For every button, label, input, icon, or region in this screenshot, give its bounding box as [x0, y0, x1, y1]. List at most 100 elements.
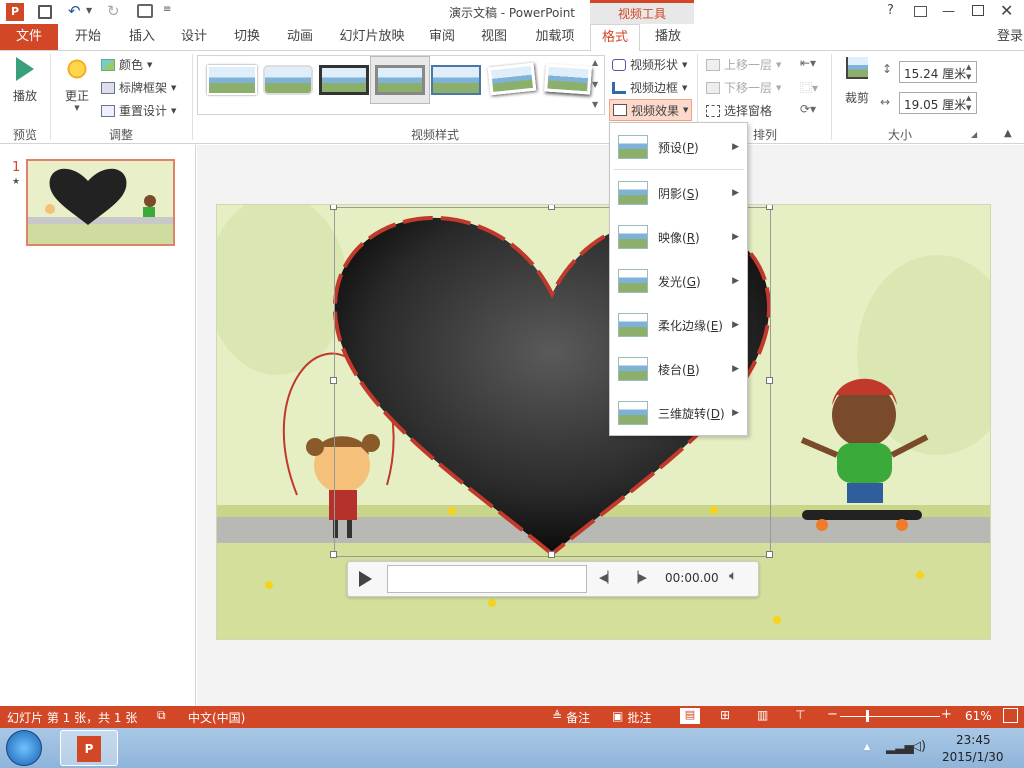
reading-view-icon[interactable]: ▥	[757, 708, 768, 722]
group-objects-icon[interactable]: ⿴▾	[800, 79, 818, 96]
zoom-slider[interactable]	[840, 716, 940, 717]
corrections-button[interactable]: 更正 ▼	[58, 57, 96, 115]
play-button[interactable]: 播放	[8, 57, 42, 107]
slide-thumbnail[interactable]	[26, 159, 175, 246]
soft-edges-label: 柔化边缘(E)	[658, 318, 723, 333]
media-forward-icon[interactable]: ▕▶	[630, 571, 647, 584]
tab-review[interactable]: 审阅	[420, 24, 464, 50]
size-dialog-launcher-icon[interactable]: ◢	[971, 130, 977, 139]
video-shape-button[interactable]: 视频形状 ▼	[612, 56, 687, 73]
tab-animations[interactable]: 动画	[278, 24, 322, 50]
fit-slide-icon[interactable]	[1003, 708, 1018, 723]
tab-file[interactable]: 文件	[0, 24, 58, 50]
close-icon[interactable]: ✕	[1000, 1, 1013, 20]
tray-show-hidden-icon[interactable]: ▲	[864, 742, 870, 751]
resize-handle[interactable]	[330, 205, 337, 210]
crop-button[interactable]: 裁剪	[840, 57, 874, 107]
restore-icon[interactable]	[972, 5, 984, 16]
media-back-icon[interactable]: ◀▏	[599, 571, 616, 584]
help-icon[interactable]: ?	[887, 3, 894, 18]
slideshow-view-icon[interactable]: ⊤	[795, 708, 805, 722]
powerpoint-taskbar-button[interactable]: P	[60, 730, 118, 766]
resize-handle[interactable]	[766, 551, 773, 558]
zoom-level[interactable]: 61%	[965, 709, 992, 723]
video-style-thumbnail[interactable]	[258, 56, 318, 104]
group-size-label: 大小	[887, 128, 912, 142]
tab-playback[interactable]: 播放	[645, 24, 691, 50]
video-style-thumbnail[interactable]	[482, 56, 542, 104]
media-time: 00:00.00	[665, 571, 719, 585]
video-style-thumbnail[interactable]	[202, 56, 262, 104]
video-style-thumbnail[interactable]	[426, 56, 486, 104]
send-backward-button[interactable]: 下移一层 ▼	[706, 79, 781, 96]
resize-handle[interactable]	[330, 551, 337, 558]
selection-pane-label: 选择窗格	[724, 104, 773, 118]
volume-icon[interactable]: ◁)	[911, 739, 926, 754]
video-style-thumbnail[interactable]	[314, 56, 374, 104]
slide-sorter-view-icon[interactable]: ⊞	[720, 708, 730, 722]
video-style-thumbnail[interactable]	[538, 56, 598, 104]
tab-addins[interactable]: 加载项	[528, 24, 582, 50]
play-icon	[16, 57, 34, 81]
tab-insert[interactable]: 插入	[120, 24, 164, 50]
ribbon-display-icon[interactable]	[914, 6, 927, 17]
media-progress-bar[interactable]	[387, 565, 587, 593]
video-border-button[interactable]: 视频边框 ▼	[612, 79, 687, 96]
tab-format[interactable]: 格式	[590, 24, 640, 51]
effect-soft-edges-item[interactable]: 柔化边缘(E) ▶	[610, 307, 747, 343]
reset-design-button[interactable]: 重置设计 ▼	[101, 102, 176, 119]
effect-preset-item[interactable]: 预设(P) ▶	[610, 129, 747, 165]
notes-button[interactable]: ≜ 备注	[552, 709, 590, 726]
minimize-icon[interactable]: —	[942, 4, 955, 19]
gallery-more-icon[interactable]: ▼	[592, 100, 598, 109]
video-effects-button[interactable]: 视频效果 ▼	[609, 99, 693, 121]
soft-edges-icon	[618, 313, 648, 337]
tab-home[interactable]: 开始	[66, 24, 110, 50]
resize-handle[interactable]	[330, 377, 337, 384]
submenu-arrow-icon: ▶	[732, 364, 739, 374]
resize-handle[interactable]	[548, 205, 555, 210]
align-icon[interactable]: ⇤▾	[800, 56, 816, 70]
submenu-arrow-icon: ▶	[732, 276, 739, 286]
tab-slideshow[interactable]: 幻灯片放映	[335, 24, 409, 50]
effect-shadow-item[interactable]: 阴影(S) ▶	[610, 175, 747, 211]
resize-handle[interactable]	[766, 205, 773, 210]
tab-view[interactable]: 视图	[472, 24, 516, 50]
resize-handle[interactable]	[766, 377, 773, 384]
effect-reflection-item[interactable]: 映像(R) ▶	[610, 219, 747, 255]
start-button-icon[interactable]	[6, 730, 42, 766]
tab-transitions[interactable]: 切换	[225, 24, 269, 50]
height-spinner[interactable]: ▲ ▼	[966, 62, 971, 82]
slide-canvas[interactable]: ⟳ ◀▏ ▕▶ 00:00.00 🔈︎	[216, 204, 991, 640]
spellcheck-icon[interactable]: ⧉	[157, 708, 166, 723]
resize-handle[interactable]	[548, 551, 555, 558]
normal-view-icon[interactable]: ▤	[680, 708, 700, 724]
zoom-in-icon[interactable]: +	[941, 707, 952, 722]
network-icon[interactable]: ▂▃▅	[886, 740, 914, 754]
zoom-slider-thumb[interactable]	[866, 710, 869, 722]
clock-date[interactable]: 2015/1/30	[942, 750, 1004, 764]
tab-design[interactable]: 设计	[172, 24, 216, 50]
width-spinner[interactable]: ▲ ▼	[966, 93, 971, 113]
gallery-scroll-down-icon[interactable]: ▼	[592, 80, 598, 89]
effect-bevel-item[interactable]: 棱台(B) ▶	[610, 351, 747, 387]
poster-frame-button[interactable]: 标牌框架 ▼	[101, 79, 176, 96]
language-status[interactable]: 中文(中国)	[188, 709, 245, 726]
slide-thumbnail-preview	[28, 161, 173, 244]
collapse-ribbon-icon[interactable]: ▲	[1004, 128, 1012, 139]
video-style-thumbnail[interactable]	[370, 56, 430, 104]
zoom-out-icon[interactable]: −	[827, 707, 838, 722]
glow-label-key: G	[686, 274, 697, 289]
rotate-icon[interactable]: ⟳▾	[800, 102, 816, 116]
bring-forward-button[interactable]: 上移一层 ▼	[706, 56, 781, 73]
media-volume-icon[interactable]: 🔈︎	[729, 568, 737, 584]
login-link[interactable]: 登录	[996, 24, 1024, 50]
color-button[interactable]: 颜色 ▼	[101, 56, 152, 73]
gallery-scroll-up-icon[interactable]: ▲	[592, 58, 598, 67]
comments-button[interactable]: ▣ 批注	[612, 709, 651, 726]
effect-glow-item[interactable]: 发光(G) ▶	[610, 263, 747, 299]
clock-time[interactable]: 23:45	[956, 733, 991, 747]
effect-3d-rotation-item[interactable]: 三维旋转(D) ▶	[610, 395, 747, 431]
media-play-icon[interactable]	[359, 571, 372, 587]
selection-pane-button[interactable]: 选择窗格	[706, 102, 772, 119]
